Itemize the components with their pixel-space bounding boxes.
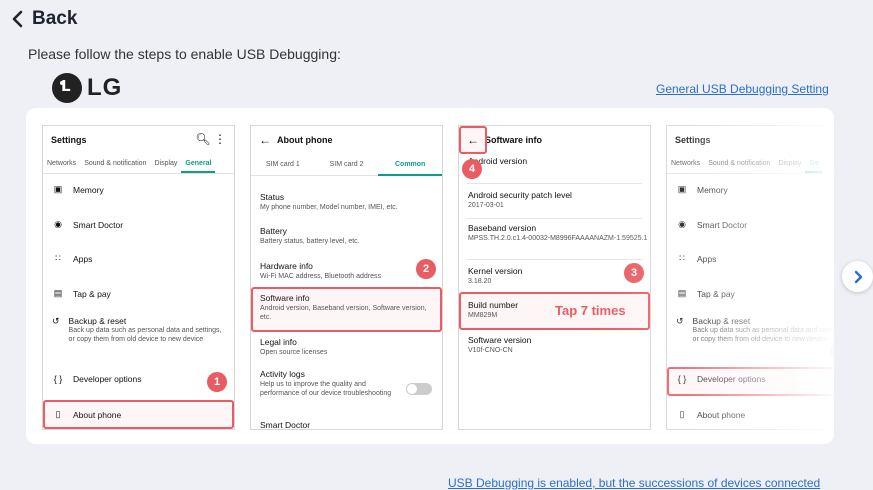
row-smart-doctor: Smart Doctor [260,420,311,430]
memory-icon: ▣ [53,184,63,194]
menu-tap-pay: ▤ Tap & pay [677,288,735,299]
step-badge-1: 1 [207,372,227,392]
row-battery: Battery Battery status, battery level, et… [260,226,360,245]
screen-about-phone: ← About phone SIM card 1 SIM card 2 Comm… [250,125,443,430]
menu-apps: ∷ Apps [43,253,92,264]
menu-tap-pay: ▤ Tap & pay [53,288,111,299]
highlight-about-phone [43,400,234,429]
highlight-back-arrow [459,126,487,154]
search-more-icons: 🔍︎ ⋮ [195,132,226,146]
screen-settings: Settings 🔍︎ ⋮ Networks Sound & notificat… [42,125,235,430]
tab-sound: Sound & notification [84,159,147,167]
backup-icon: ↺ [676,316,684,326]
highlight-software-info [251,287,442,332]
settings-tabs: Networks Sound & notification Display Ge… [43,153,234,174]
backup-icon: ↺ [52,316,60,326]
row-android-version: Android version [468,156,528,166]
menu-about: ▯ About phone [667,409,746,420]
braces-icon: { } [53,374,63,384]
brand-name: LG [87,74,123,101]
lg-logo-icon: L [52,73,82,103]
memory-icon: ▣ [677,184,687,194]
phone-icon: ▯ [679,409,685,419]
menu-memory: ▣ Memory [677,184,728,195]
row-software-version: Software version V10f-CNO-CN [468,335,532,354]
carousel-next-button[interactable] [842,261,873,292]
lg-logo: L LG [52,73,122,103]
row-kernel: Kernel version 3.18.20 [468,266,523,285]
instruction-text: Please follow the steps to enable USB De… [28,46,341,62]
bottom-help-link[interactable]: USB Debugging is enabled, but the succes… [448,476,820,490]
step-badge-2: 2 [416,259,436,279]
general-usb-debugging-link[interactable]: General USB Debugging Setting [656,82,829,96]
menu-smart-doctor: ◉ Smart Doctor [667,219,747,230]
tab-sim1: SIM card 1 [265,160,300,168]
screen-header: Settings 🔍︎ [667,126,834,153]
tab-display: Display [154,159,178,167]
menu-developer: { } Developer options [53,374,142,384]
row-activity: Activity logs Help us to improve the qual… [260,369,392,397]
tab-display: Display [778,159,802,167]
step-badge-4: 4 [462,159,482,179]
row-legal: Legal info Open source licenses [260,337,328,356]
tab-networks: Networks [47,159,77,167]
row-patch-level: Android security patch level 2017-03-01 [468,190,572,209]
tap-pay-icon: ▤ [53,288,63,298]
highlight-developer-options [667,367,834,396]
steps-panel: Settings 🔍︎ ⋮ Networks Sound & notificat… [26,108,834,444]
tab-sound: Sound & notification [708,159,771,167]
screen-title: Software info [485,134,543,145]
back-button[interactable]: Back [10,8,77,30]
activity-toggle [406,383,432,395]
arrow-left-icon: ← [259,132,271,147]
step-badge-3: 3 [624,263,644,283]
screen-settings-developer: Settings 🔍︎ Networks Sound & notificatio… [666,125,834,430]
tap-pay-icon: ▤ [677,288,687,298]
apps-icon: ∷ [679,253,685,263]
screen-header: ← About phone [251,126,442,153]
menu-backup: ↺ Backup & reset Back up data such as pers… [676,316,834,343]
screen-software-info: ← Software info Android version Android … [458,125,651,430]
sim-tabs: SIM card 1 SIM card 2 Common [251,153,442,176]
apps-icon: ∷ [55,253,61,263]
screen-title: About phone [277,134,333,145]
settings-tabs: Networks Sound & notification Display Ge [667,153,834,174]
back-label: Back [32,8,78,29]
smart-doctor-icon: ◉ [54,219,62,229]
tab-general: General [181,160,216,173]
row-hardware: Hardware info Wi-Fi MAC address, Bluetoot… [260,261,381,280]
screen-title: Settings [675,134,711,145]
menu-apps: ∷ Apps [667,253,716,264]
row-status: Status My phone number, Model number, IME… [260,192,398,211]
smart-doctor-icon: ◉ [678,219,686,229]
tab-common: Common [378,161,442,176]
screen-title: Settings [51,134,87,145]
screen-header: Settings 🔍︎ ⋮ [43,126,234,153]
tab-general: Ge [805,160,823,173]
chevron-left-icon [12,10,23,28]
menu-smart-doctor: ◉ Smart Doctor [43,219,123,230]
tab-sim2: SIM card 2 [329,160,364,168]
row-baseband: Baseband version MPSS.TH.2.0.c1.4-00032-M… [468,223,648,242]
chevron-right-icon [854,270,862,283]
menu-backup: ↺ Backup & reset Back up data such as pers… [52,316,222,343]
tap-seven-times-label: Tap 7 times [555,303,626,318]
tab-networks: Networks [671,159,701,167]
screen-header: ← Software info [459,126,650,153]
menu-memory: ▣ Memory [53,184,104,195]
